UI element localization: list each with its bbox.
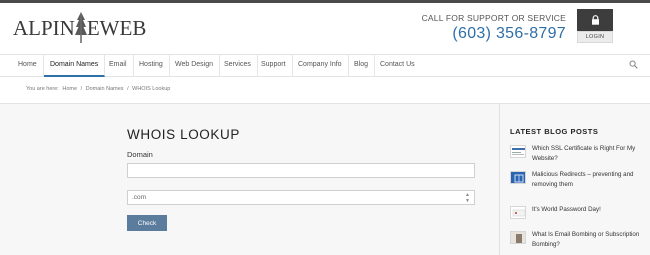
post-title[interactable]: It's World Password Day! xyxy=(532,205,601,219)
main-navigation: Home Domain Names Email Hosting Web Desi… xyxy=(0,54,650,77)
post-thumbnail xyxy=(510,231,526,244)
post-thumbnail xyxy=(510,145,526,158)
blog-sidebar: LATEST BLOG POSTS Which SSL Certificate … xyxy=(499,104,650,255)
post-thumbnail xyxy=(510,206,526,219)
alpineweb-logo[interactable]: ALPIN EWEB xyxy=(13,8,146,48)
post-title[interactable]: Malicious Redirects – preventing and rem… xyxy=(532,170,640,189)
blog-post-item[interactable]: Malicious Redirects – preventing and rem… xyxy=(510,170,640,189)
nav-support[interactable]: Support xyxy=(255,55,293,77)
breadcrumb: You are here: Home / Domain Names / WHOI… xyxy=(26,86,172,92)
check-button[interactable]: Check xyxy=(127,215,167,231)
login-button[interactable]: LOGIN xyxy=(577,9,613,43)
breadcrumb-separator: / xyxy=(80,86,83,92)
sidebar-title: LATEST BLOG POSTS xyxy=(510,127,599,136)
nav-blog[interactable]: Blog xyxy=(348,55,376,77)
logo-text-right: EWEB xyxy=(86,15,147,40)
content-area: WHOIS LOOKUP Domain .com ▲ ▼ Check LATEST… xyxy=(0,103,650,255)
domain-label: Domain xyxy=(127,150,153,159)
breadcrumb-prefix: You are here: xyxy=(26,86,59,92)
nav-company-info[interactable]: Company Info xyxy=(292,55,349,77)
tld-select[interactable]: .com ▲ ▼ xyxy=(127,190,475,205)
blog-post-item[interactable]: What Is Email Bombing or Subscription Bo… xyxy=(510,230,640,249)
nav-domain-names[interactable]: Domain Names xyxy=(44,55,106,77)
login-label: LOGIN xyxy=(577,31,613,43)
support-phone[interactable]: (603) 356-8797 xyxy=(422,25,566,43)
blog-post-item[interactable]: Which SSL Certificate is Right For My We… xyxy=(510,144,640,163)
breadcrumb-current: WHOIS Lookup xyxy=(132,86,171,92)
logo-text-left: ALPIN xyxy=(13,15,75,40)
pine-tree-icon xyxy=(74,12,87,43)
search-icon[interactable] xyxy=(629,60,638,69)
whois-form: WHOIS LOOKUP Domain .com ▲ ▼ Check xyxy=(127,127,475,231)
blog-post-item[interactable]: It's World Password Day! xyxy=(510,205,640,219)
lock-icon xyxy=(591,15,599,25)
nav-home[interactable]: Home xyxy=(12,55,44,77)
support-contact: CALL FOR SUPPORT OR SERVICE (603) 356-87… xyxy=(422,13,566,43)
page-title: WHOIS LOOKUP xyxy=(127,127,240,142)
top-accent-line xyxy=(0,0,650,3)
lock-icon-box xyxy=(577,9,613,31)
breadcrumb-separator: / xyxy=(127,86,129,92)
domain-input[interactable] xyxy=(127,163,475,178)
breadcrumb-home[interactable]: Home xyxy=(62,86,77,92)
breadcrumb-domain-names[interactable]: Domain Names xyxy=(86,86,124,92)
select-arrows-icon: ▲ ▼ xyxy=(465,192,470,204)
tld-selected-value: .com xyxy=(132,194,147,201)
post-thumbnail xyxy=(510,171,526,184)
breadcrumb-bar: You are here: Home / Domain Names / WHOI… xyxy=(0,78,650,102)
nav-web-design[interactable]: Web Design xyxy=(169,55,221,77)
nav-contact-us[interactable]: Contact Us xyxy=(374,55,421,77)
post-title[interactable]: What Is Email Bombing or Subscription Bo… xyxy=(532,230,640,249)
support-label: CALL FOR SUPPORT OR SERVICE xyxy=(421,13,566,23)
nav-services[interactable]: Services xyxy=(218,55,258,77)
post-title[interactable]: Which SSL Certificate is Right For My We… xyxy=(532,144,640,163)
nav-email[interactable]: Email xyxy=(103,55,134,77)
nav-hosting[interactable]: Hosting xyxy=(133,55,170,77)
